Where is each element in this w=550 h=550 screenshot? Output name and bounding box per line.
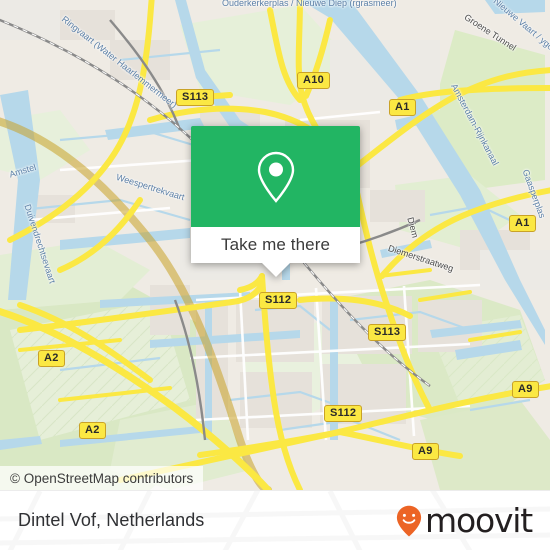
map-pin-icon — [257, 151, 294, 203]
road-shield: A1 — [389, 99, 416, 116]
road-shield: A1 — [509, 215, 536, 232]
moovit-logo[interactable]: moovit — [396, 501, 533, 540]
road-shield: A9 — [412, 443, 439, 460]
map-attribution[interactable]: © OpenStreetMap contributors — [0, 466, 204, 490]
attribution-text: © OpenStreetMap contributors — [10, 470, 194, 486]
road-shield: S112 — [259, 292, 298, 309]
road-shield: S113 — [368, 324, 407, 341]
popup-tail-arrow — [261, 263, 290, 277]
popup-cta[interactable]: Take me there — [191, 227, 360, 263]
moovit-wordmark: moovit — [425, 501, 533, 540]
footer-bar: Dintel Vof, Netherlands moovit — [0, 490, 550, 550]
road-shield: A10 — [297, 72, 331, 89]
road-shield: A2 — [79, 422, 106, 439]
moovit-smiley-pin-icon — [396, 505, 422, 536]
popup-cta-label: Take me there — [220, 235, 331, 254]
map-label: Ouderkerkerplas / Nieuwe Diep (rgrasmeer… — [222, 0, 397, 8]
map-container[interactable]: Ringvaart (Water Haarlemmermeer) Ouderke… — [0, 0, 550, 490]
popup-header — [191, 126, 360, 227]
road-shield: A2 — [38, 350, 65, 367]
page-title: Dintel Vof, Netherlands — [18, 510, 205, 530]
road-shield: A9 — [512, 381, 539, 398]
road-shield: S113 — [176, 89, 215, 106]
location-popup-card[interactable]: Take me there — [191, 126, 360, 277]
road-shield: S112 — [324, 405, 363, 422]
